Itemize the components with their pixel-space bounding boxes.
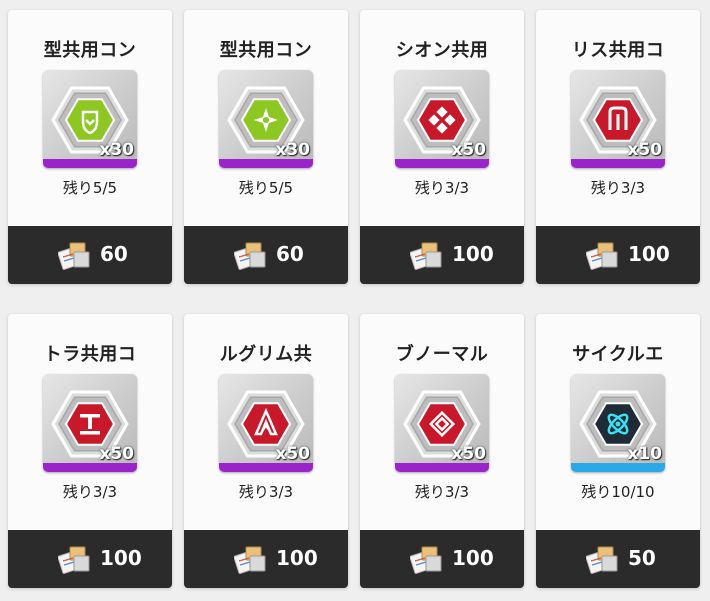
remaining-count: 残り5/5 (62, 179, 118, 197)
item-title: 型共用コン (43, 40, 137, 61)
item-icon-tile: x50 (219, 374, 313, 472)
shop-item-card[interactable]: ブノーマル x50 残り3/3 100 (360, 314, 524, 588)
rarity-bar (571, 159, 665, 168)
item-quantity: x50 (451, 444, 486, 464)
shop-item-card[interactable]: 型共用コン x30 残り5/5 60 (8, 10, 172, 284)
item-price: 100 (452, 242, 494, 266)
item-price: 50 (628, 546, 656, 570)
item-icon-tile: x50 (571, 70, 665, 168)
shop-item-card[interactable]: シオン共用 x50 残り3/3 100 (360, 10, 524, 284)
remaining-count: 残り3/3 (414, 179, 470, 197)
item-icon-tile: x50 (43, 374, 137, 472)
rarity-bar (395, 463, 489, 472)
item-title: シオン共用 (395, 40, 489, 61)
item-price: 100 (100, 546, 142, 570)
item-quantity: x30 (275, 140, 310, 160)
shop-item-card[interactable]: リス共用コ x50 残り3/3 100 (536, 10, 700, 284)
item-icon-tile: x50 (395, 70, 489, 168)
ticket-currency-icon (234, 242, 266, 270)
rarity-bar (219, 463, 313, 472)
remaining-count: 残り5/5 (238, 179, 294, 197)
item-title: 型共用コン (219, 40, 313, 61)
remaining-count: 残り3/3 (590, 179, 646, 197)
item-title: ルグリム共 (219, 344, 313, 365)
price-footer[interactable]: 60 (8, 226, 172, 284)
item-quantity: x30 (99, 140, 134, 160)
price-footer[interactable]: 100 (8, 530, 172, 588)
item-quantity: x50 (275, 444, 310, 464)
remaining-count: 残り3/3 (62, 483, 118, 501)
ticket-currency-icon (58, 242, 90, 270)
item-icon-tile: x30 (43, 70, 137, 168)
rarity-bar (43, 159, 137, 168)
remaining-count: 残り10/10 (581, 483, 655, 501)
item-icon-tile: x10 (571, 374, 665, 472)
item-price: 100 (628, 242, 670, 266)
ticket-currency-icon (234, 546, 266, 574)
price-footer[interactable]: 100 (184, 530, 348, 588)
item-quantity: x10 (627, 444, 662, 464)
item-price: 100 (276, 546, 318, 570)
ticket-currency-icon (410, 242, 442, 270)
rarity-bar (43, 463, 137, 472)
rarity-bar (395, 159, 489, 168)
ticket-currency-icon (410, 546, 442, 574)
item-title: リス共用コ (571, 40, 665, 61)
shop-item-card[interactable]: ルグリム共 x50 残り3/3 100 (184, 314, 348, 588)
price-footer[interactable]: 100 (360, 226, 524, 284)
shop-item-card[interactable]: 型共用コン x30 残り5/5 60 (184, 10, 348, 284)
item-quantity: x50 (451, 140, 486, 160)
remaining-count: 残り3/3 (414, 483, 470, 501)
shop-item-card[interactable]: サイクルエ x10 残り10/10 50 (536, 314, 700, 588)
shop-item-card[interactable]: トラ共用コ x50 残り3/3 100 (8, 314, 172, 588)
price-footer[interactable]: 50 (536, 530, 700, 588)
ticket-currency-icon (586, 242, 618, 270)
item-icon-tile: x30 (219, 70, 313, 168)
price-footer[interactable]: 100 (360, 530, 524, 588)
rarity-bar (571, 463, 665, 472)
remaining-count: 残り3/3 (238, 483, 294, 501)
price-footer[interactable]: 60 (184, 226, 348, 284)
ticket-currency-icon (58, 546, 90, 574)
item-price: 100 (452, 546, 494, 570)
rarity-bar (219, 159, 313, 168)
item-price: 60 (276, 242, 304, 266)
item-title: トラ共用コ (43, 344, 137, 365)
ticket-currency-icon (586, 546, 618, 574)
shop-grid: 型共用コン x30 残り5/5 60 型共用コン x30 残り5/5 60 シオン共用 x50 残り… (0, 0, 710, 601)
item-title: ブノーマル (395, 344, 489, 365)
item-title: サイクルエ (572, 344, 664, 365)
item-quantity: x50 (99, 444, 134, 464)
item-price: 60 (100, 242, 128, 266)
item-quantity: x50 (627, 140, 662, 160)
price-footer[interactable]: 100 (536, 226, 700, 284)
item-icon-tile: x50 (395, 374, 489, 472)
